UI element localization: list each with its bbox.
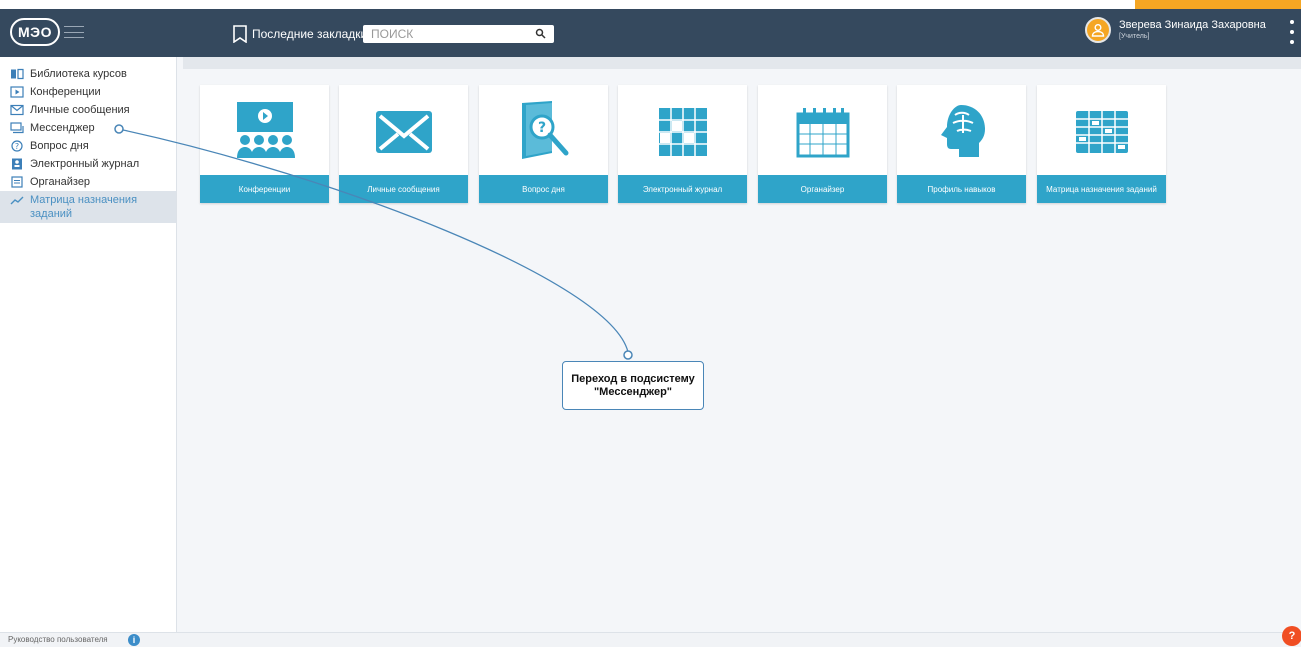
journal-grid-icon — [618, 89, 747, 175]
sidebar-item-course-library[interactable]: Библиотека курсов — [0, 65, 176, 83]
sidebar-item-label: Электронный журнал — [30, 158, 140, 170]
tile-e-journal[interactable]: Электронный журнал — [618, 85, 747, 203]
user-role: [Учитель] — [1119, 33, 1150, 40]
sidebar-item-label: Личные сообщения — [30, 104, 130, 116]
help-button[interactable]: ? — [1282, 626, 1301, 646]
calendar-icon — [758, 89, 887, 175]
user-name: Зверева Зинаида Захаровна — [1119, 19, 1266, 31]
conference-icon — [200, 89, 329, 175]
main-content: Конференции Личные сообщения ? Вопрос дн… — [177, 57, 1301, 632]
chart-line-icon — [10, 196, 24, 205]
tile-label: Личные сообщения — [339, 175, 468, 203]
tile-organizer[interactable]: Органайзер — [758, 85, 887, 203]
user-icon — [1091, 24, 1105, 37]
matrix-icon — [1037, 89, 1166, 175]
search-input[interactable] — [363, 25, 539, 43]
question-book-icon: ? — [479, 89, 608, 175]
tile-label: Конференции — [200, 175, 329, 203]
play-icon — [10, 86, 24, 98]
organizer-icon — [11, 176, 23, 188]
sidebar-item-messages[interactable]: Личные сообщения — [0, 101, 176, 119]
tile-task-matrix[interactable]: Матрица назначения заданий — [1037, 85, 1166, 203]
sidebar-item-label: Органайзер — [30, 176, 91, 188]
tile-label: Органайзер — [758, 175, 887, 203]
bookmarks-label: Последние закладки — [252, 27, 368, 41]
tile-conferences[interactable]: Конференции — [200, 85, 329, 203]
logo[interactable]: МЭО — [10, 15, 90, 49]
bookmarks-button[interactable]: Последние закладки — [232, 24, 367, 44]
chat-icon — [10, 122, 24, 134]
tile-label: Профиль навыков — [897, 175, 1026, 203]
svg-text:?: ? — [537, 120, 545, 136]
sidebar-item-e-journal[interactable]: Электронный журнал — [0, 155, 176, 173]
logo-badge: МЭО — [10, 18, 60, 46]
search-icon[interactable] — [535, 28, 546, 39]
footer: Руководство пользователя i — [0, 632, 1301, 647]
envelope-icon — [10, 104, 24, 116]
logo-text: МЭО — [17, 24, 52, 40]
sidebar-item-label: Библиотека курсов — [30, 68, 127, 80]
sidebar-item-label: Матрица назначения заданий — [30, 194, 138, 220]
content-header-strip — [183, 57, 1301, 69]
journal-icon — [12, 158, 22, 170]
sidebar: Библиотека курсов Конференции Личные соо… — [0, 57, 177, 632]
tile-question-of-day[interactable]: ? Вопрос дня — [479, 85, 608, 203]
bookmark-icon — [233, 25, 247, 43]
search-box — [363, 25, 554, 43]
sidebar-item-task-matrix[interactable]: Матрица назначения заданий — [0, 191, 176, 223]
sidebar-item-label: Мессенджер — [30, 122, 95, 134]
info-icon[interactable]: i — [128, 634, 140, 646]
user-menu[interactable]: Зверева Зинаида Захаровна [Учитель] — [1085, 17, 1266, 43]
question-icon: ? — [11, 140, 23, 152]
tile-label: Матрица назначения заданий — [1037, 175, 1166, 203]
envelope-icon — [339, 89, 468, 175]
svg-text:?: ? — [15, 142, 19, 151]
sidebar-item-conferences[interactable]: Конференции — [0, 83, 176, 101]
tile-messages[interactable]: Личные сообщения — [339, 85, 468, 203]
tile-skill-profile[interactable]: Профиль навыков — [897, 85, 1026, 203]
callout-annotation: Переход в подсистему "Мессенджер" — [562, 361, 704, 410]
logo-lines — [64, 26, 84, 38]
tile-label: Электронный журнал — [618, 175, 747, 203]
sidebar-item-messenger[interactable]: Мессенджер — [0, 119, 176, 137]
tile-label: Вопрос дня — [479, 175, 608, 203]
brain-icon — [897, 89, 1026, 175]
sidebar-item-label: Конференции — [30, 86, 101, 98]
sidebar-item-organizer[interactable]: Органайзер — [0, 173, 176, 191]
user-guide-link[interactable]: Руководство пользователя — [8, 635, 108, 644]
more-menu-icon[interactable] — [1287, 20, 1297, 44]
sidebar-item-label: Вопрос дня — [30, 140, 89, 152]
corner-accent — [1135, 0, 1301, 9]
book-icon — [11, 68, 24, 80]
avatar — [1085, 17, 1111, 43]
sidebar-item-question-of-day[interactable]: ? Вопрос дня — [0, 137, 176, 155]
